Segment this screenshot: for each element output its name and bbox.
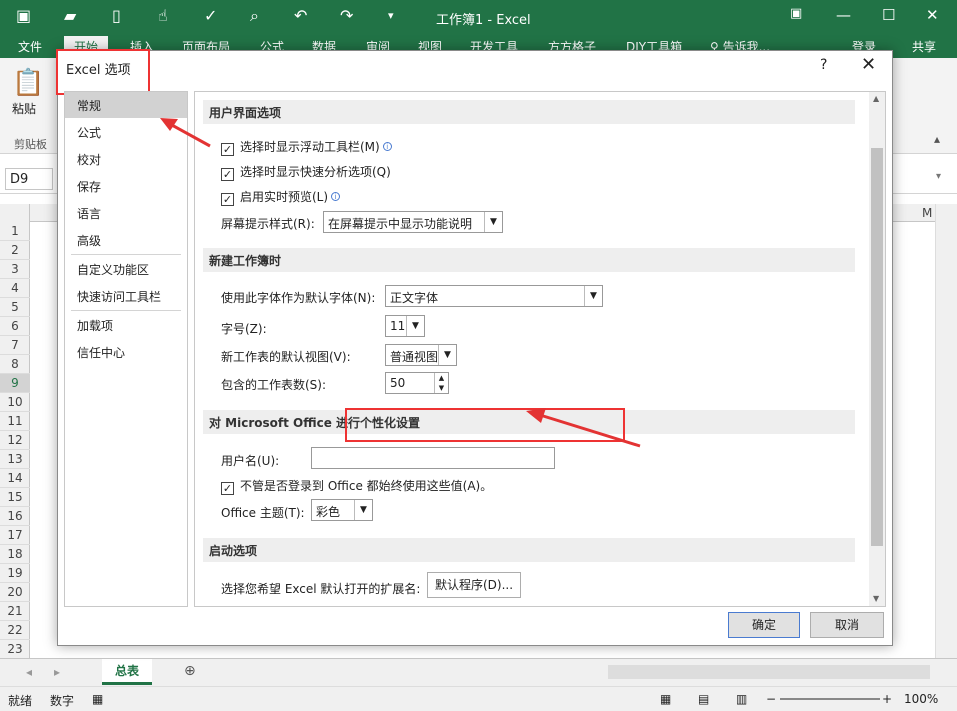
annotation-arrows: [160, 118, 641, 448]
arrow-to-general: [169, 122, 211, 148]
arrow-head: [526, 408, 546, 423]
arrow-head: [160, 118, 178, 131]
arrow-to-sheet-count: [539, 413, 641, 448]
